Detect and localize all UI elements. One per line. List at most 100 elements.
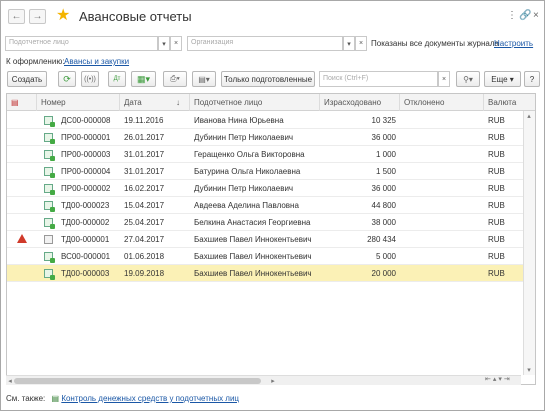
cell-rejected — [400, 231, 484, 248]
person-filter-input[interactable]: Подотчетное лицо — [5, 36, 158, 51]
reports-button[interactable]: ▤▾ — [192, 71, 216, 87]
advances-purchases-link[interactable]: Авансы и закупки — [64, 57, 129, 66]
column-date[interactable]: Дата ↓ — [120, 94, 190, 111]
horizontal-scroll-thumb[interactable] — [14, 378, 261, 384]
column-person[interactable]: Подотчетное лицо — [190, 94, 320, 111]
org-dropdown-button[interactable]: ▾ — [343, 36, 355, 51]
scroll-up-icon[interactable]: ▴ — [524, 111, 534, 121]
cell-spent: 38 000 — [371, 218, 396, 227]
sort-desc-icon: ↓ — [176, 98, 180, 107]
cell-date: 19.09.2018 — [124, 269, 165, 278]
org-filter-input[interactable]: Организация — [187, 36, 343, 51]
table-row[interactable]: ТД00-000001 27.04.2017 Бахшиев Павел Иннок… — [7, 231, 535, 248]
doc-posted-icon — [44, 167, 55, 178]
clear-icon: × — [358, 40, 364, 47]
column-number[interactable]: Номер — [37, 94, 120, 111]
report-icon: ▤▾ — [198, 74, 210, 84]
cell-number: ВС00-000001 — [61, 252, 111, 261]
table-row[interactable]: ПР00-000002 16.02.2017 Дубинин Петр Никола… — [7, 180, 535, 197]
table-row[interactable]: ПР00-000003 31.01.2017 Геращенко Ольга Вик… — [7, 146, 535, 163]
cell-date: 25.04.2017 — [124, 218, 165, 227]
cell-date: 31.01.2017 — [124, 167, 165, 176]
more-button[interactable]: Еще ▾ — [484, 71, 521, 87]
first-page-icon[interactable]: ⇤ — [485, 375, 491, 385]
table-row[interactable]: ДС00-000008 19.11.2016 Иванова Нина Юрьевн… — [7, 112, 535, 129]
cell-rejected — [400, 112, 484, 129]
doc-posted-icon — [44, 184, 55, 195]
cell-number: ТД00-000002 — [61, 218, 110, 227]
cell-spent: 44 800 — [371, 201, 396, 210]
cell-number: ТД00-000003 — [61, 269, 110, 278]
convert-button[interactable]: Дт — [108, 71, 126, 87]
last-page-icon[interactable]: ⇥ — [504, 375, 510, 385]
column-status[interactable]: ▤ — [7, 94, 37, 111]
org-clear-button[interactable]: × — [355, 36, 367, 51]
create-based-on-button[interactable]: ▦▾ — [131, 71, 156, 87]
cell-number: ПР00-000002 — [61, 184, 111, 193]
more-menu-icon[interactable]: ⋮ — [507, 10, 517, 21]
cell-rejected — [400, 248, 484, 265]
cell-spent: 36 000 — [371, 184, 396, 193]
table-header: ▤ Номер Дата ↓ Подотчетное лицо Израсходо… — [7, 94, 535, 111]
horizontal-scrollbar[interactable]: ◂ ▸ — [6, 375, 521, 385]
settings-link[interactable]: Настроить — [494, 39, 533, 48]
search-icon: ⚲▾ — [463, 74, 473, 84]
table-row[interactable]: ТД00-000003 19.09.2018 Бахшиев Павел Иннок… — [7, 265, 535, 282]
cell-spent: 1 000 — [375, 150, 396, 159]
documents-table: ▤ Номер Дата ↓ Подотчетное лицо Израсходо… — [6, 93, 536, 385]
scroll-right-icon[interactable]: ▸ — [268, 376, 278, 386]
table-row[interactable]: ПР00-000004 31.01.2017 Батурина Ольга Нико… — [7, 163, 535, 180]
column-date-label: Дата — [124, 98, 142, 107]
cell-spent: 10 325 — [371, 116, 396, 125]
create-button[interactable]: Создать — [7, 71, 47, 87]
printer-icon: ⎙▾ — [170, 74, 180, 83]
column-spent[interactable]: Израсходовано — [320, 94, 400, 111]
table-row[interactable]: ТД00-000002 25.04.2017 Белкина Анастасия Г… — [7, 214, 535, 231]
doc-posted-icon — [44, 269, 55, 280]
cell-date: 26.01.2017 — [124, 133, 165, 142]
warning-icon — [17, 234, 27, 243]
print-button[interactable]: ⎙▾ — [163, 71, 187, 87]
column-currency[interactable]: Валюта — [484, 94, 535, 111]
prev-page-icon[interactable]: ▴ — [493, 375, 497, 385]
filter-status-text: Показаны все документы журнала — [371, 39, 499, 48]
only-prepared-button[interactable]: Только подготовленные — [221, 71, 315, 87]
close-icon[interactable]: × — [533, 10, 539, 21]
scroll-down-icon[interactable]: ▾ — [524, 365, 534, 375]
help-button[interactable]: ? — [524, 71, 540, 87]
table-settings-icon: ▤ — [11, 98, 19, 107]
forward-button[interactable]: → — [29, 9, 46, 24]
page-title: Авансовые отчеты — [79, 9, 192, 24]
search-input[interactable]: Поиск (Ctrl+F) — [319, 71, 438, 87]
search-button[interactable]: ⚲▾ — [456, 71, 480, 87]
table-row[interactable]: ПР00-000001 26.01.2017 Дубинин Петр Никола… — [7, 129, 535, 146]
refresh-button[interactable]: ⟳ — [58, 71, 76, 87]
link-icon[interactable]: 🔗 — [519, 10, 531, 21]
cell-rejected — [400, 265, 484, 282]
search-clear-button[interactable]: × — [438, 71, 450, 87]
funds-control-link[interactable]: Контроль денежных средств у подотчетных … — [61, 394, 239, 403]
list-nav-buttons: ⇤ ▴ ▾ ⇥ — [485, 375, 536, 385]
see-also-label: См. также: — [6, 394, 46, 403]
person-dropdown-button[interactable]: ▾ — [158, 36, 170, 51]
cell-date: 01.06.2018 — [124, 252, 165, 261]
cell-date: 16.02.2017 — [124, 184, 165, 193]
cell-number: ПР00-000001 — [61, 133, 111, 142]
vertical-scrollbar[interactable]: ▴ ▾ — [523, 111, 535, 375]
documents-icon: ▦▾ — [136, 73, 151, 84]
arrow-left-icon: ← — [11, 11, 22, 22]
person-clear-button[interactable]: × — [170, 36, 182, 51]
cell-spent: 20 000 — [371, 269, 396, 278]
back-button[interactable]: ← — [8, 9, 25, 24]
table-row[interactable]: ТД00-000023 15.04.2017 Авдеева Аделина Пав… — [7, 197, 535, 214]
doc-posted-icon — [44, 116, 55, 127]
table-row[interactable]: ВС00-000001 01.06.2018 Бахшиев Павел Иннок… — [7, 248, 535, 265]
cell-person: Бахшиев Павел Иннокентьевич — [194, 252, 312, 261]
cell-person: Геращенко Ольга Викторовна — [194, 150, 305, 159]
report-icon: ▤ — [51, 394, 60, 403]
favorite-star-icon[interactable]: ★ — [56, 7, 70, 25]
cell-rejected — [400, 129, 484, 146]
column-rejected[interactable]: Отклонено — [400, 94, 484, 111]
exchange-button[interactable]: ((•)) — [81, 71, 99, 87]
next-page-icon[interactable]: ▾ — [498, 375, 502, 385]
